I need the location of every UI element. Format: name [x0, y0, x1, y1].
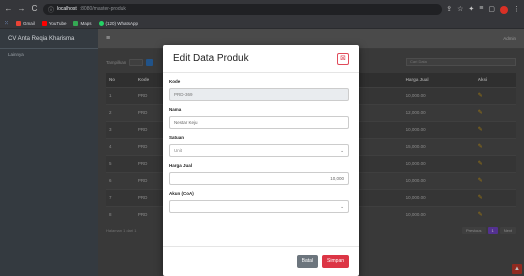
- akun-label: Akun (CoA): [169, 191, 194, 196]
- user-menu[interactable]: Admin: [503, 36, 516, 41]
- nama-input[interactable]: Nestar Keju: [169, 116, 349, 129]
- edit-product-modal: Edit Data Produk ⊠ Kode PRD-369 Nama Nes…: [163, 45, 359, 276]
- browser-toolbar: ← → C ⓘ localhost :8080/master-produk ⇪ …: [0, 0, 524, 18]
- forward-icon[interactable]: →: [17, 0, 26, 18]
- share-icon[interactable]: ⇪: [446, 5, 452, 14]
- satuan-select[interactable]: Unit ⌄: [169, 144, 349, 157]
- apps-icon[interactable]: ⁙: [4, 20, 9, 27]
- cancel-button[interactable]: Batal: [296, 255, 319, 268]
- chevron-down-icon: ⌄: [340, 147, 344, 153]
- bookmark-youtube[interactable]: YouTube: [41, 20, 66, 26]
- bookmark-maps[interactable]: Maps: [73, 20, 92, 26]
- maps-icon: [73, 20, 79, 26]
- field-satuan: Satuan Unit ⌄: [169, 135, 353, 157]
- whatsapp-icon: [98, 20, 104, 26]
- chevron-down-icon: ⌄: [340, 203, 344, 209]
- extensions-icon[interactable]: ✦: [468, 5, 474, 14]
- reload-icon[interactable]: C: [30, 0, 39, 18]
- star-icon[interactable]: ☆: [457, 5, 463, 14]
- youtube-icon: [41, 20, 47, 26]
- brand-title[interactable]: CV Anta Reqia Kharisma: [0, 29, 98, 49]
- field-nama: Nama Nestar Keju: [169, 107, 353, 129]
- harga-jual-input[interactable]: 10,000: [169, 172, 349, 185]
- harga-jual-label: Harga Jual: [169, 163, 193, 168]
- satuan-label: Satuan: [169, 135, 185, 140]
- sidebar-item-lainnya[interactable]: Lainnya: [0, 49, 98, 59]
- gmail-icon: [16, 20, 22, 26]
- address-bar[interactable]: ⓘ localhost :8080/master-produk: [43, 3, 443, 15]
- menu-list-icon[interactable]: ≡: [479, 5, 483, 14]
- satuan-value: Unit: [174, 148, 183, 153]
- window-icon[interactable]: ▢: [488, 5, 495, 14]
- back-icon[interactable]: ←: [4, 0, 13, 18]
- modal-title: Edit Data Produk: [173, 53, 249, 64]
- kode-input: PRD-369: [169, 88, 349, 101]
- nama-label: Nama: [169, 107, 182, 112]
- field-harga-jual: Harga Jual 10,000: [169, 163, 353, 185]
- save-button[interactable]: Simpan: [322, 255, 349, 268]
- akun-select[interactable]: ⌄: [169, 200, 349, 213]
- kode-label: Kode: [169, 79, 181, 84]
- browser-actions: ⇪ ☆ ✦ ≡ ▢ ⋮: [446, 5, 520, 14]
- close-icon[interactable]: ⊠: [337, 52, 349, 65]
- modal-body: Kode PRD-369 Nama Nestar Keju Satuan Uni…: [163, 73, 359, 213]
- field-kode: Kode PRD-369: [169, 79, 353, 101]
- kebab-menu-icon[interactable]: ⋮: [513, 5, 520, 14]
- modal-footer: Batal Simpan: [163, 246, 359, 276]
- bookmarks-bar: ⁙ Gmail YouTube Maps (120) WhatsApp: [0, 18, 524, 29]
- modal-header: Edit Data Produk ⊠: [163, 45, 359, 73]
- url-path: :8080/master-produk: [79, 6, 126, 12]
- field-akun: Akun (CoA) ⌄: [169, 191, 353, 213]
- url-host: localhost: [57, 6, 77, 12]
- sidebar: CV Anta Reqia Kharisma Lainnya: [0, 29, 98, 276]
- bookmark-gmail[interactable]: Gmail: [16, 20, 35, 26]
- hamburger-icon[interactable]: ≡: [106, 35, 110, 42]
- site-info-icon[interactable]: ⓘ: [48, 5, 54, 14]
- bookmark-whatsapp[interactable]: (120) WhatsApp: [98, 20, 138, 26]
- profile-avatar[interactable]: [500, 5, 508, 14]
